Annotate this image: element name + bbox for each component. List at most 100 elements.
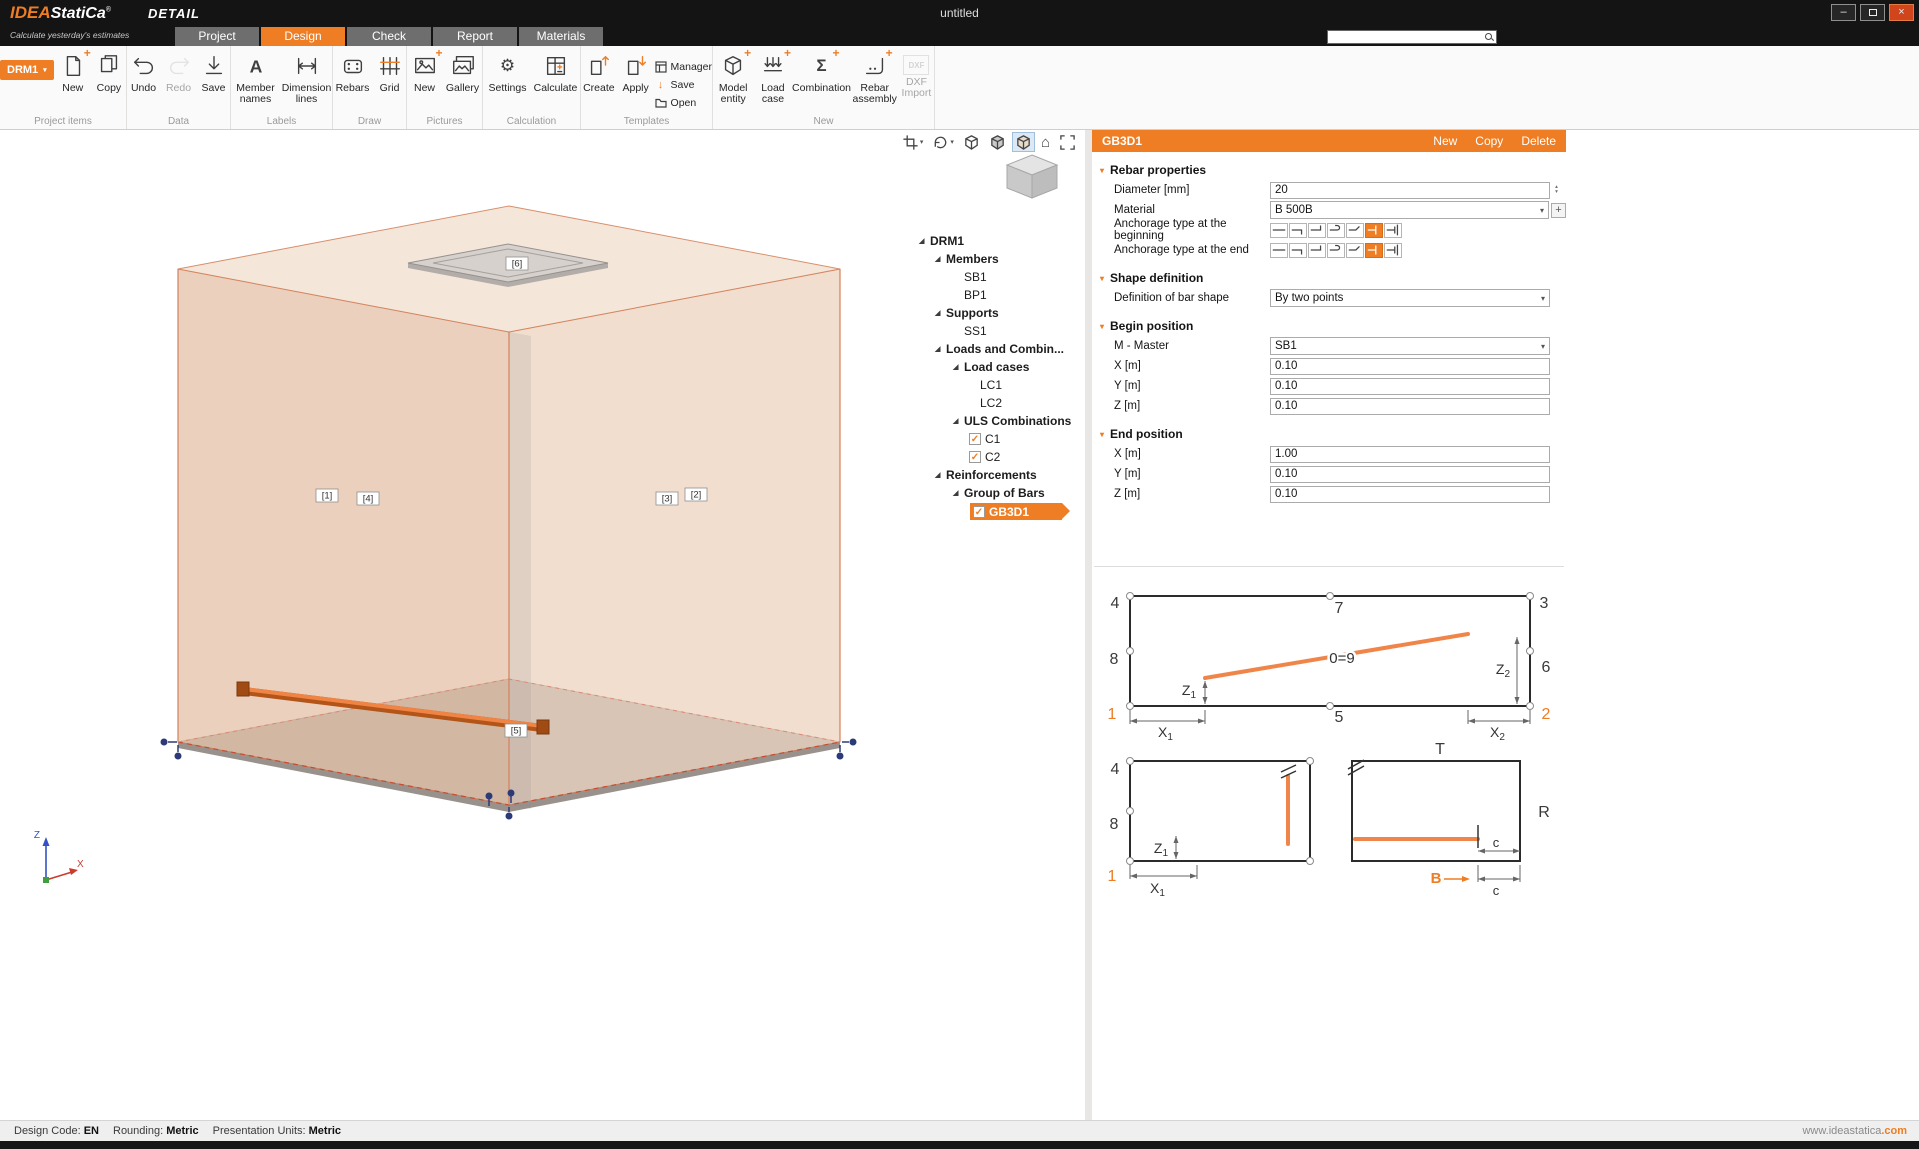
tab-materials[interactable]: Materials	[519, 27, 603, 46]
expander-icon[interactable]: ◢	[935, 345, 946, 353]
chevron-down-icon: ▾	[1100, 322, 1104, 331]
expander-icon[interactable]: ◢	[935, 309, 946, 317]
search-icon	[1485, 33, 1493, 41]
expander-icon[interactable]: ◢	[935, 471, 946, 479]
template-save-button[interactable]: ↓ Save	[655, 77, 712, 92]
rotate-view-button[interactable]: ▾	[929, 132, 957, 152]
expander-icon[interactable]: ◢	[935, 255, 946, 263]
delete-rebar-button[interactable]: Delete	[1521, 134, 1556, 148]
anchorage-hook-down-button[interactable]	[1289, 243, 1307, 258]
tab-design[interactable]: Design	[261, 27, 345, 46]
section-begin-position[interactable]: ▾ Begin position	[1092, 316, 1566, 336]
tree-item-gb3d1-selected[interactable]: ✓ GB3D1	[970, 503, 1062, 520]
bar-shape-select[interactable]: By two points ▾	[1270, 289, 1550, 307]
home-view-button[interactable]: ⌂	[1038, 132, 1053, 152]
anchorage-head-button[interactable]	[1384, 243, 1402, 258]
anchorage-hook-up-button[interactable]	[1308, 243, 1326, 258]
tree-item-supports[interactable]: ◢Supports	[913, 304, 1083, 322]
close-button[interactable]: ×	[1889, 4, 1914, 21]
tree-item-drm1[interactable]: ◢DRM1	[913, 232, 1083, 250]
anchorage-straight-button[interactable]	[1270, 223, 1288, 238]
selected-object-title: GB3D1	[1102, 134, 1415, 148]
website-link[interactable]: www.ideastatica.com	[1802, 1125, 1907, 1137]
expander-icon[interactable]: ◢	[953, 417, 964, 425]
svg-text:[2]: [2]	[691, 490, 702, 501]
svg-text:6: 6	[1542, 659, 1551, 676]
diameter-stepper[interactable]: ▴ ▾	[1551, 185, 1562, 195]
new-rebar-button[interactable]: New	[1433, 134, 1457, 148]
checkbox-checked[interactable]: ✓	[969, 433, 981, 445]
tree-item-sb1[interactable]: ◢SB1	[913, 268, 1083, 286]
template-manager-button[interactable]: Manager	[655, 59, 712, 74]
tree-item-ss1[interactable]: ◢SS1	[913, 322, 1083, 340]
copy-rebar-button[interactable]: Copy	[1475, 134, 1503, 148]
expander-icon[interactable]: ◢	[919, 237, 930, 245]
tree-item-c2[interactable]: ✓C2	[913, 448, 1083, 466]
crop-icon	[902, 134, 919, 151]
tree-item-loads-and-combinations[interactable]: ◢Loads and Combin...	[913, 340, 1083, 358]
checkbox-checked[interactable]: ✓	[973, 506, 985, 518]
search-input[interactable]	[1328, 31, 1483, 43]
chevron-down-icon: ▾	[1541, 294, 1545, 303]
anchorage-head-button[interactable]	[1384, 223, 1402, 238]
tree-item-lc1[interactable]: ◢LC1	[913, 376, 1083, 394]
begin-x-input[interactable]	[1270, 358, 1550, 375]
anchorage-hook-180-button[interactable]	[1327, 223, 1345, 238]
section-shape-definition[interactable]: ▾ Shape definition	[1092, 268, 1566, 288]
copy-icon	[94, 51, 124, 81]
model-viewport[interactable]: ▾ ▾ ⌂	[0, 130, 1085, 1120]
tree-item-group-of-bars[interactable]: ◢Group of Bars	[913, 484, 1083, 502]
anchorage-bend-button[interactable]	[1346, 243, 1364, 258]
properties-panel: GB3D1 New Copy Delete ▾ Rebar properties…	[1092, 130, 1919, 1120]
tree-item-load-cases[interactable]: ◢Load cases	[913, 358, 1083, 376]
master-member-select[interactable]: SB1 ▾	[1270, 337, 1550, 355]
anchorage-straight-button[interactable]	[1270, 243, 1288, 258]
tree-item-uls-combinations[interactable]: ◢ULS Combinations	[913, 412, 1083, 430]
transparent-view-button[interactable]	[1012, 132, 1035, 152]
anchorage-hook-down-button[interactable]	[1289, 223, 1307, 238]
tree-item-members[interactable]: ◢Members	[913, 250, 1083, 268]
wireframe-view-button[interactable]	[960, 132, 983, 152]
expander-icon[interactable]: ◢	[953, 489, 964, 497]
anchorage-hook-180-button[interactable]	[1327, 243, 1345, 258]
anchorage-bend-button[interactable]	[1346, 223, 1364, 238]
navigation-cube[interactable]	[1001, 152, 1063, 202]
project-item-selector[interactable]: DRM1▾	[0, 60, 54, 80]
panel-splitter[interactable]	[1085, 130, 1092, 1120]
expander-icon[interactable]: ◢	[953, 363, 964, 371]
tree-item-bp1[interactable]: ◢BP1	[913, 286, 1083, 304]
svg-text:T: T	[1435, 741, 1445, 758]
maximize-button[interactable]	[1860, 4, 1885, 21]
section-rebar-properties[interactable]: ▾ Rebar properties	[1092, 160, 1566, 180]
anchorage-plate-button-selected[interactable]	[1365, 243, 1383, 258]
checkbox-checked[interactable]: ✓	[969, 451, 981, 463]
anchorage-hook-up-button[interactable]	[1308, 223, 1326, 238]
tab-report[interactable]: Report	[433, 27, 517, 46]
minimize-button[interactable]: –	[1831, 4, 1856, 21]
begin-z-input[interactable]	[1270, 398, 1550, 415]
search-box[interactable]	[1327, 30, 1497, 44]
clipping-tool-button[interactable]: ▾	[899, 132, 927, 152]
home-icon: ⌂	[1041, 135, 1050, 150]
section-end-position[interactable]: ▾ End position	[1092, 424, 1566, 444]
material-select[interactable]: B 500B ▾	[1270, 201, 1549, 219]
zoom-fit-button[interactable]	[1056, 132, 1079, 152]
tree-item-c1[interactable]: ✓C1	[913, 430, 1083, 448]
chevron-down-icon: ▾	[920, 138, 924, 146]
tree-item-reinforcements[interactable]: ◢Reinforcements	[913, 466, 1083, 484]
svg-text:8: 8	[1110, 816, 1119, 833]
tree-item-lc2[interactable]: ◢LC2	[913, 394, 1083, 412]
diameter-input[interactable]	[1270, 182, 1550, 199]
add-material-button[interactable]: +	[1551, 203, 1566, 218]
end-x-input[interactable]	[1270, 446, 1550, 463]
anchorage-plate-button-selected[interactable]	[1365, 223, 1383, 238]
begin-y-input[interactable]	[1270, 378, 1550, 395]
tab-project[interactable]: Project	[175, 27, 259, 46]
end-z-input[interactable]	[1270, 486, 1550, 503]
rebar-shape-diagram: 0=9 4 7 3 8 6 5 1 2	[1092, 571, 1572, 921]
solid-view-button[interactable]	[986, 132, 1009, 152]
ribbon: DRM1▾ + New Copy Project items	[0, 46, 1919, 130]
tab-check[interactable]: Check	[347, 27, 431, 46]
template-open-button[interactable]: Open	[655, 95, 712, 110]
end-y-input[interactable]	[1270, 466, 1550, 483]
